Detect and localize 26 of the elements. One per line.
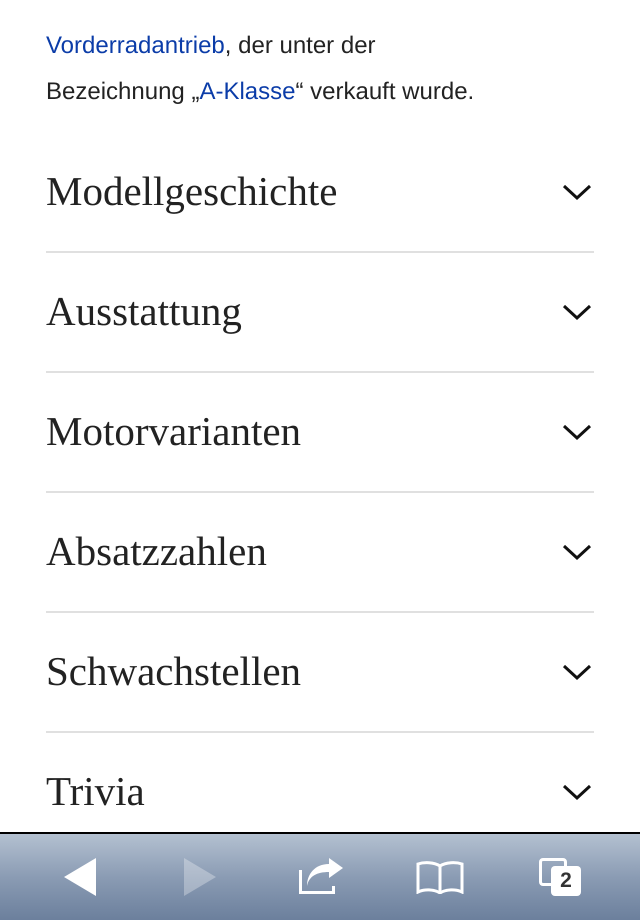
- section-header[interactable]: Absatzzahlen: [46, 493, 594, 613]
- chevron-down-icon: [562, 663, 592, 681]
- chevron-down-icon: [562, 783, 592, 801]
- section-title: Absatzzahlen: [46, 527, 267, 576]
- section-title: Trivia: [46, 767, 145, 816]
- section-header[interactable]: Modellgeschichte: [46, 133, 594, 253]
- chevron-down-icon: [562, 183, 592, 201]
- link[interactable]: Vorderradantrieb: [46, 32, 225, 59]
- section-title: Modellgeschichte: [46, 167, 338, 216]
- open-book-icon: [416, 860, 464, 894]
- share-icon: [297, 858, 343, 896]
- intro-paragraph: Vorderradantrieb, der unter der Bezeichnung „A-Klasse“ verkauft wurde.: [46, 31, 476, 107]
- chevron-down-icon: [562, 543, 592, 561]
- tabs-button[interactable]: 2: [530, 847, 590, 907]
- section-header[interactable]: Motorvarianten: [46, 373, 594, 493]
- section-title: Schwachstellen: [46, 647, 302, 696]
- chevron-down-icon: [562, 303, 592, 321]
- chevron-down-icon: [562, 423, 592, 441]
- tab-count: 2: [551, 866, 581, 896]
- section-title: Ausstattung: [46, 287, 242, 336]
- section-title: Motorvarianten: [46, 407, 302, 456]
- triangle-right-icon: [184, 858, 216, 896]
- link[interactable]: A-Klasse: [199, 78, 296, 105]
- triangle-left-icon: [64, 858, 96, 896]
- section-header[interactable]: Schwachstellen: [46, 613, 594, 733]
- section-header[interactable]: Ausstattung: [46, 253, 594, 373]
